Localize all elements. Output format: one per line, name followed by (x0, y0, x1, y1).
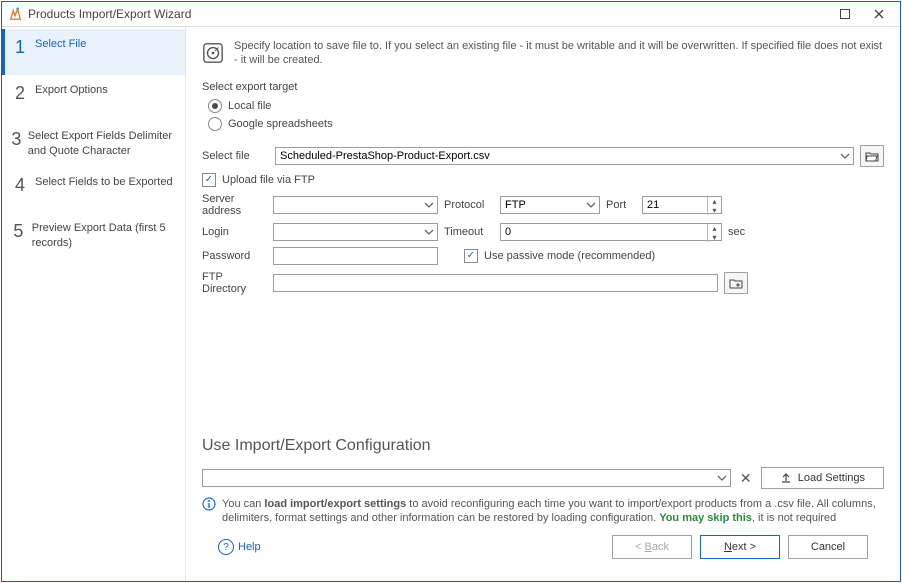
radio-google-spreadsheets[interactable]: Google spreadsheets (208, 115, 884, 133)
login-label: Login (202, 226, 267, 238)
password-label: Password (202, 250, 267, 262)
ftp-directory-input[interactable] (273, 274, 718, 292)
titlebar: Products Import/Export Wizard (2, 2, 900, 27)
load-settings-button[interactable]: Load Settings (761, 467, 884, 489)
timeout-input[interactable] (500, 223, 722, 241)
back-button: < Back (612, 535, 692, 559)
step-select-file[interactable]: 1 Select File (2, 29, 185, 75)
passive-mode-label: Use passive mode (recommended) (484, 250, 655, 262)
login-input[interactable] (273, 223, 438, 241)
timeout-label: Timeout (444, 226, 494, 238)
port-label: Port (606, 199, 636, 211)
radio-local-file[interactable]: Local file (208, 97, 884, 115)
spin-up-icon[interactable]: ▴ (707, 224, 721, 233)
folder-open-icon (865, 150, 879, 162)
select-file-input[interactable] (275, 147, 854, 165)
intro-text: Specify location to save file to. If you… (234, 39, 884, 67)
upload-icon (780, 472, 792, 484)
config-title: Use Import/Export Configuration (202, 437, 884, 455)
step-export-options[interactable]: 2 Export Options (2, 75, 185, 121)
window-title: Products Import/Export Wizard (28, 7, 828, 21)
protocol-select[interactable] (500, 196, 600, 214)
next-button[interactable]: Next > (700, 535, 780, 559)
main-panel: Specify location to save file to. If you… (186, 27, 900, 581)
select-file-label: Select file (202, 150, 267, 162)
intro-row: Specify location to save file to. If you… (202, 39, 884, 67)
maximize-button[interactable] (828, 4, 862, 24)
config-select[interactable] (202, 469, 731, 487)
radio-icon (208, 117, 222, 131)
spin-down-icon[interactable]: ▾ (707, 206, 721, 215)
cancel-button[interactable]: Cancel (788, 535, 868, 559)
browse-file-button[interactable] (860, 145, 884, 167)
radio-icon (208, 99, 222, 113)
passive-mode-checkbox[interactable] (464, 249, 478, 263)
info-icon (202, 497, 216, 511)
ftp-directory-label: FTP Directory (202, 271, 267, 295)
upload-ftp-checkbox[interactable] (202, 173, 216, 187)
protocol-label: Protocol (444, 199, 494, 211)
clear-config-button[interactable]: ✕ (737, 469, 755, 487)
password-input[interactable] (273, 247, 438, 265)
spin-up-icon[interactable]: ▴ (707, 197, 721, 206)
export-target-label: Select export target (202, 81, 884, 93)
help-icon: ? (218, 539, 234, 555)
folder-browse-icon (729, 277, 743, 289)
step-preview-data[interactable]: 5 Preview Export Data (first 5 records) (2, 213, 185, 259)
help-link[interactable]: ? Help (218, 539, 261, 555)
browse-ftp-dir-button[interactable] (724, 272, 748, 294)
wizard-sidebar: 1 Select File 2 Export Options 3 Select … (2, 27, 186, 581)
config-info: You can load import/export settings to a… (202, 497, 884, 525)
disk-icon (202, 42, 224, 64)
upload-ftp-label: Upload file via FTP (222, 174, 315, 186)
close-button[interactable] (862, 4, 896, 24)
step-delimiter-quote[interactable]: 3 Select Export Fields Delimiter and Quo… (2, 121, 185, 167)
server-address-label: Server address (202, 193, 267, 217)
server-address-input[interactable] (273, 196, 438, 214)
timeout-unit: sec (728, 226, 748, 238)
step-select-fields[interactable]: 4 Select Fields to be Exported (2, 167, 185, 213)
spin-down-icon[interactable]: ▾ (707, 233, 721, 242)
app-icon (8, 7, 22, 21)
